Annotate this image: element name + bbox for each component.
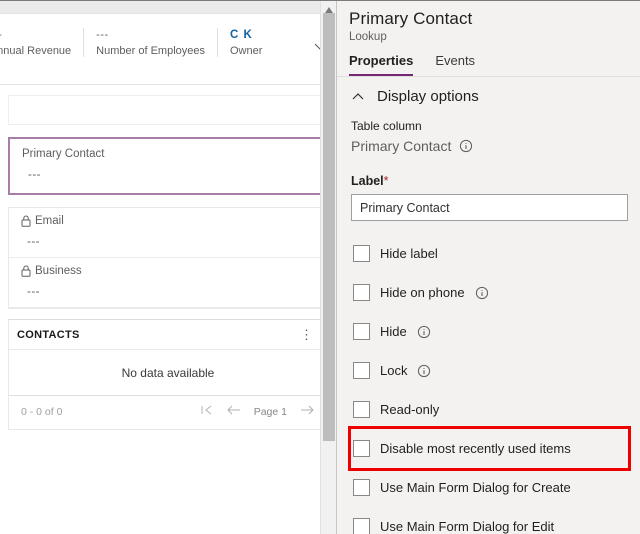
canvas-top-strip bbox=[0, 1, 336, 14]
email-field[interactable]: Email --- bbox=[9, 208, 327, 258]
table-column-value-row: Primary Contact bbox=[351, 138, 628, 154]
primary-contact-field-card[interactable]: Primary Contact --- bbox=[8, 137, 328, 195]
kebab-menu-icon[interactable]: ⋮ bbox=[296, 328, 317, 341]
checkbox-lock[interactable] bbox=[353, 362, 370, 379]
annual-revenue-label: Annual Revenue bbox=[0, 45, 72, 57]
owner-value: C K bbox=[230, 29, 253, 41]
header-columns: --- Annual Revenue --- Number of Employe… bbox=[0, 28, 328, 57]
display-options-title: Display options bbox=[377, 88, 479, 105]
annual-revenue-value: --- bbox=[0, 28, 71, 42]
email-field-label-row: Email bbox=[21, 215, 315, 227]
number-of-employees-label: Number of Employees bbox=[96, 45, 205, 57]
checkbox-read-only[interactable] bbox=[353, 401, 370, 418]
checkbox-row-use-main-form-dialog-for-edit[interactable]: Use Main Form Dialog for Edit bbox=[351, 507, 628, 534]
checkbox-hide-label[interactable] bbox=[353, 245, 370, 262]
primary-contact-field-label: Primary Contact bbox=[22, 148, 105, 160]
page-subtitle: Lookup bbox=[349, 31, 387, 43]
previous-page-icon[interactable] bbox=[226, 404, 242, 419]
checkbox-use-main-form-dialog-for-edit[interactable] bbox=[353, 518, 370, 534]
contact-details-card: Email --- Business --- bbox=[8, 207, 328, 309]
business-label-text: Business bbox=[35, 265, 82, 277]
table-column-label: Table column bbox=[351, 119, 422, 133]
contacts-subgrid-empty-message: No data available bbox=[9, 350, 327, 396]
header-column-owner[interactable]: C K Owner bbox=[217, 28, 306, 57]
display-options-body: Table column Primary Contact Label* Prim… bbox=[337, 119, 640, 534]
table-column-value: Primary Contact bbox=[351, 138, 452, 154]
label-field-label-text: Label bbox=[351, 174, 384, 188]
page-label: Page 1 bbox=[253, 405, 287, 418]
properties-tabs: Properties Events bbox=[337, 43, 640, 77]
info-icon[interactable] bbox=[417, 364, 431, 378]
header-column-number-of-employees[interactable]: --- Number of Employees bbox=[83, 28, 217, 57]
header-column-annual-revenue[interactable]: --- Annual Revenue bbox=[0, 28, 83, 57]
display-options-section-header[interactable]: Display options bbox=[337, 77, 640, 114]
tab-properties[interactable]: Properties bbox=[349, 53, 414, 76]
contacts-subgrid-title: CONTACTS bbox=[17, 329, 80, 341]
owner-label: Owner bbox=[230, 45, 263, 57]
checkbox-row-hide-label[interactable]: Hide label bbox=[351, 234, 628, 273]
checkbox-use-main-form-dialog-for-create[interactable] bbox=[353, 479, 370, 496]
checkbox-label-use-main-form-dialog-for-create: Use Main Form Dialog for Create bbox=[380, 480, 571, 495]
canvas-scrollbar[interactable] bbox=[320, 1, 336, 534]
scroll-up-icon[interactable] bbox=[324, 3, 334, 13]
contacts-subgrid-footer: 0 - 0 of 0 Page 1 bbox=[9, 396, 327, 429]
business-field[interactable]: Business --- bbox=[9, 258, 327, 308]
form-designer-canvas: --- Annual Revenue --- Number of Employe… bbox=[0, 1, 337, 534]
checkbox-row-hide-on-phone[interactable]: Hide on phone bbox=[351, 273, 628, 312]
empty-section-card[interactable] bbox=[8, 95, 328, 125]
checkbox-label-hide-on-phone: Hide on phone bbox=[380, 285, 465, 300]
primary-contact-field[interactable]: Primary Contact --- bbox=[10, 139, 326, 193]
properties-pane: Primary Contact Lookup Properties Events… bbox=[337, 1, 640, 534]
pagination-controls: Page 1 bbox=[200, 404, 315, 419]
form-header-card: --- Annual Revenue --- Number of Employe… bbox=[0, 14, 336, 85]
checkbox-row-use-main-form-dialog-for-create[interactable]: Use Main Form Dialog for Create bbox=[351, 468, 628, 507]
contacts-subgrid-card[interactable]: CONTACTS ⋮ No data available 0 - 0 of 0 bbox=[8, 319, 328, 430]
checkbox-label-read-only: Read-only bbox=[380, 402, 440, 417]
checkbox-label-use-main-form-dialog-for-edit: Use Main Form Dialog for Edit bbox=[380, 519, 555, 534]
business-field-label-row: Business bbox=[21, 265, 315, 277]
checkbox-hide-on-phone[interactable] bbox=[353, 284, 370, 301]
business-field-value: --- bbox=[27, 286, 40, 298]
checkbox-label-disable-most-recently-used-items: Disable most recently used items bbox=[380, 441, 571, 456]
checkbox-row-hide[interactable]: Hide bbox=[351, 312, 628, 351]
record-count: 0 - 0 of 0 bbox=[21, 405, 63, 418]
info-icon[interactable] bbox=[459, 139, 473, 153]
checkbox-label-lock: Lock bbox=[380, 363, 408, 378]
checkbox-disable-most-recently-used-items[interactable] bbox=[353, 440, 370, 457]
display-options-checkbox-list: Hide label Hide on phone Hide Lock Read-… bbox=[348, 234, 631, 534]
primary-contact-field-value: --- bbox=[28, 169, 41, 181]
checkbox-hide[interactable] bbox=[353, 323, 370, 340]
checkbox-label-hide: Hide bbox=[380, 324, 407, 339]
number-of-employees-value: --- bbox=[96, 29, 109, 41]
checkbox-row-read-only[interactable]: Read-only bbox=[351, 390, 628, 429]
checkbox-row-lock[interactable]: Lock bbox=[351, 351, 628, 390]
email-label-text: Email bbox=[35, 215, 64, 227]
first-page-icon[interactable] bbox=[200, 404, 214, 419]
lock-icon bbox=[21, 215, 31, 227]
page-title: Primary Contact bbox=[349, 9, 473, 28]
next-page-icon[interactable] bbox=[299, 404, 315, 419]
canvas-scrollbar-thumb[interactable] bbox=[323, 13, 335, 441]
chevron-up-icon[interactable] bbox=[351, 90, 365, 104]
info-icon[interactable] bbox=[417, 325, 431, 339]
lock-icon bbox=[21, 265, 31, 277]
required-marker: * bbox=[383, 174, 389, 188]
tab-events[interactable]: Events bbox=[435, 53, 475, 76]
info-icon[interactable] bbox=[475, 286, 489, 300]
label-field-label: Label* bbox=[351, 174, 628, 188]
contacts-subgrid-header: CONTACTS ⋮ bbox=[9, 320, 327, 350]
app-root: --- Annual Revenue --- Number of Employe… bbox=[0, 0, 640, 534]
checkbox-label-hide-label: Hide label bbox=[380, 246, 438, 261]
checkbox-row-disable-most-recently-used-items[interactable]: Disable most recently used items bbox=[348, 426, 631, 471]
label-input[interactable]: Primary Contact bbox=[351, 194, 628, 221]
email-field-value: --- bbox=[27, 236, 40, 248]
